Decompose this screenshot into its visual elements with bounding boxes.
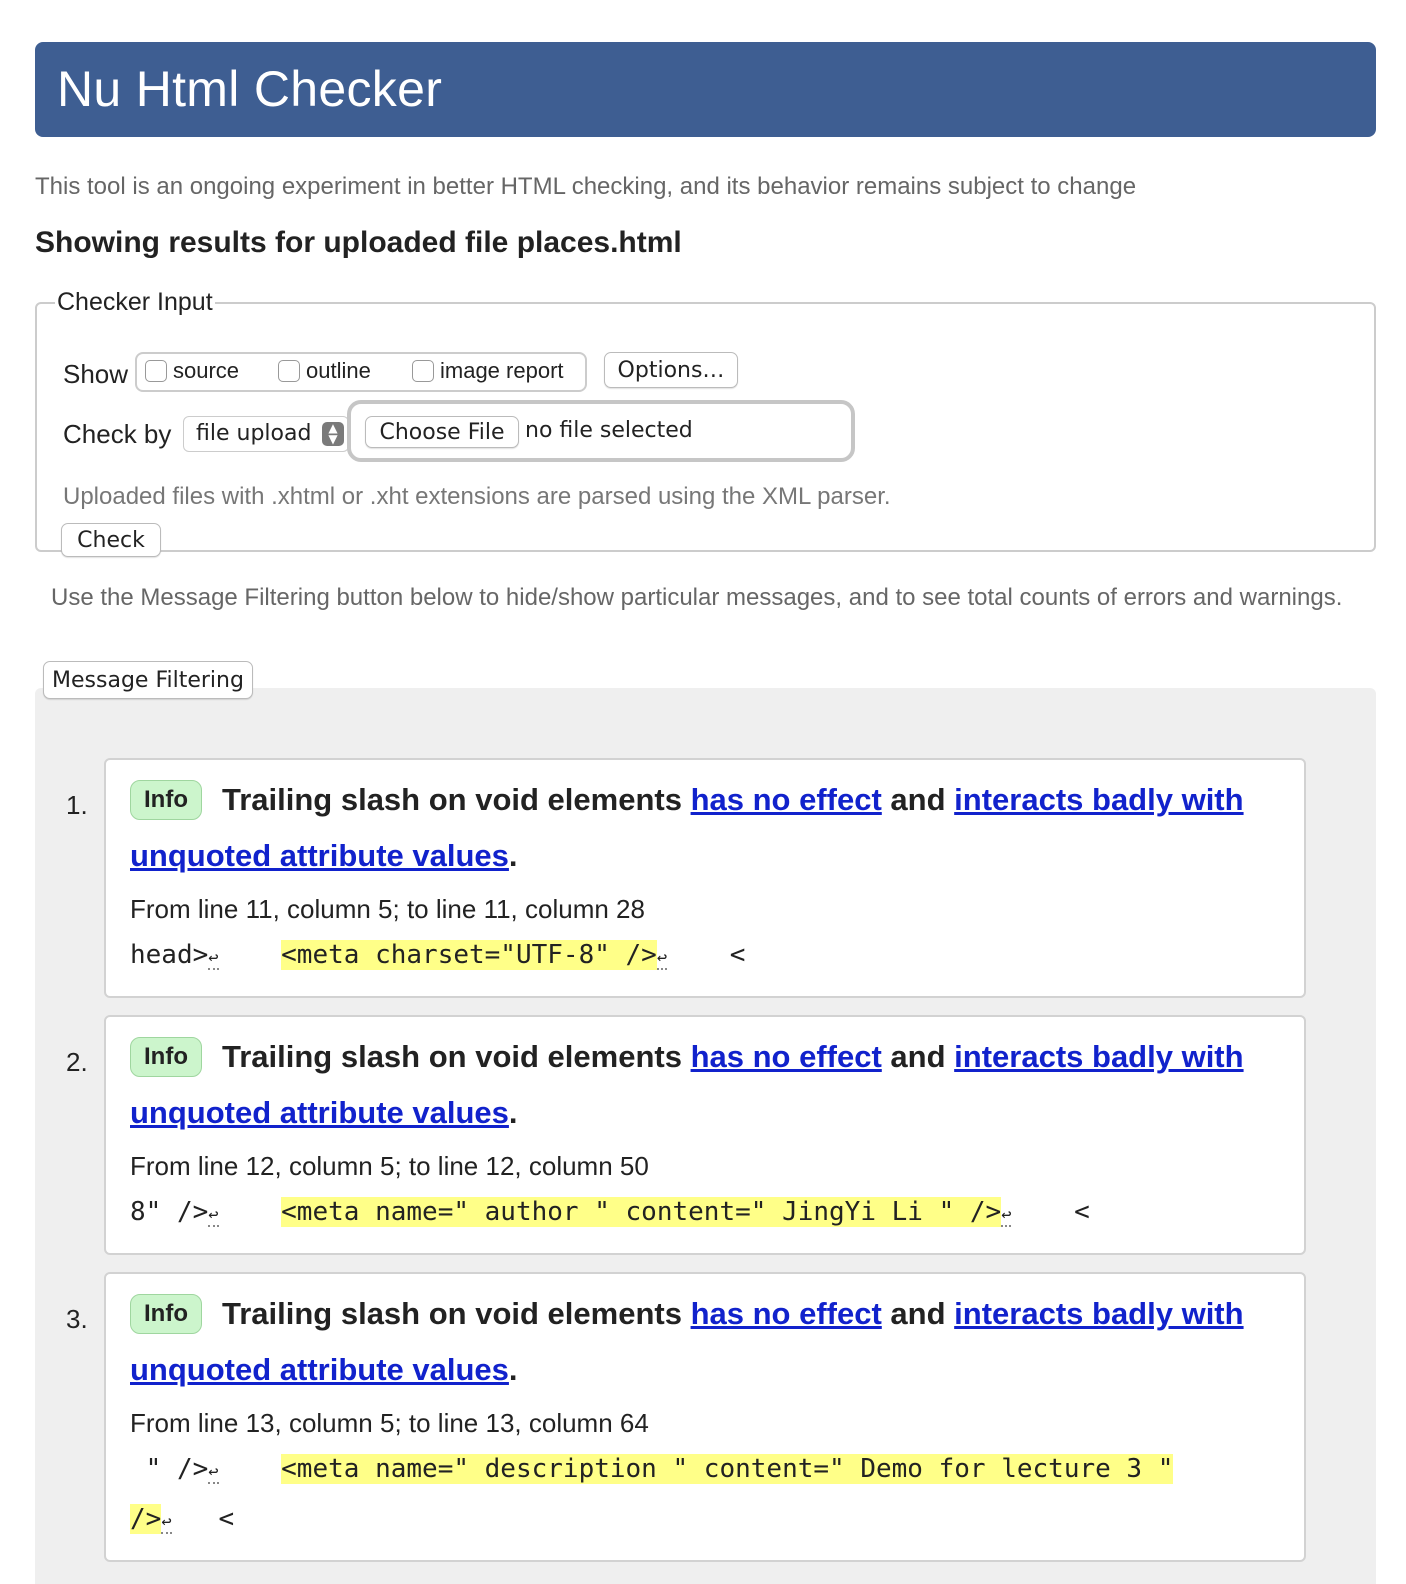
image-report-checkbox[interactable]	[412, 360, 434, 382]
extract-before: 8" />	[130, 1197, 209, 1227]
source-extract: 8" />↩ <meta name=" author " content=" J…	[130, 1197, 1090, 1227]
source-extract: " />↩ <meta name=" description " content…	[130, 1454, 1174, 1484]
extract-before: " />	[130, 1454, 209, 1484]
unquoted-attribute-values-link[interactable]: unquoted attribute values	[130, 1352, 509, 1387]
checker-input-form: Checker Input Show source outline image …	[35, 288, 1376, 557]
interacts-badly-link[interactable]: interacts badly with	[954, 782, 1243, 818]
unquoted-attribute-values-link[interactable]: unquoted attribute values	[130, 1095, 509, 1130]
outline-label: outline	[306, 358, 371, 383]
extract-after: <	[218, 1504, 235, 1534]
has-no-effect-link[interactable]: has no effect	[691, 1296, 882, 1332]
show-label: Show	[63, 359, 129, 389]
show-source-option[interactable]: source	[145, 358, 239, 384]
message-location: From line 11, column 5; to line 11, colu…	[130, 894, 645, 924]
experiment-notice: This tool is an ongoing experiment in be…	[35, 173, 1137, 200]
message-heading-cont: unquoted attribute values.	[130, 1095, 518, 1131]
check-button[interactable]: Check	[61, 523, 161, 557]
message-location: From line 13, column 5; to line 13, colu…	[130, 1408, 649, 1438]
show-options-group: source outline image report	[135, 352, 587, 392]
message-period: .	[508, 1095, 518, 1130]
results-heading: Showing results for uploaded file places…	[35, 226, 682, 259]
select-arrows-icon: ▲ ▼	[322, 422, 344, 446]
file-status: no file selected	[525, 418, 693, 443]
message-text: Trailing slash on void elements	[221, 1039, 682, 1074]
extract-after: <	[729, 940, 746, 970]
message-text: Trailing slash on void elements	[221, 1296, 682, 1331]
interacts-badly-link[interactable]: interacts badly with	[954, 1039, 1243, 1075]
message-period: .	[508, 838, 518, 873]
image-report-label: image report	[440, 358, 564, 383]
outline-checkbox[interactable]	[278, 360, 300, 382]
unquoted-attribute-values-link[interactable]: unquoted attribute values	[130, 838, 509, 873]
show-outline-option[interactable]: outline	[278, 358, 371, 384]
extract-after: <	[1074, 1197, 1090, 1227]
message-number: 3.	[66, 1304, 88, 1334]
message-heading-cont: unquoted attribute values.	[130, 838, 518, 874]
extract-highlight-cont: />	[130, 1504, 162, 1534]
message-number: 2.	[66, 1047, 88, 1077]
app-title: Nu Html Checker	[57, 61, 443, 117]
message-filtering-button[interactable]: Message Filtering	[43, 661, 253, 699]
return-icon: ↩	[208, 948, 219, 970]
message-text-and: and	[890, 782, 946, 817]
source-label: source	[173, 358, 240, 383]
message-text-and: and	[890, 1039, 946, 1074]
options-button[interactable]: Options…	[604, 352, 738, 388]
extract-before: head>	[130, 940, 209, 970]
message-number: 1.	[66, 790, 88, 820]
app-header: Nu Html Checker	[35, 42, 1376, 137]
extract-highlight: <meta name=" description " content=" Dem…	[281, 1454, 1174, 1484]
checker-input-legend: Checker Input	[57, 288, 213, 316]
show-image-report-option[interactable]: image report	[412, 358, 564, 384]
message-period: .	[508, 1352, 518, 1387]
source-extract-cont: />↩ <	[130, 1504, 234, 1534]
message-heading: Info Trailing slash on void elements has…	[130, 1294, 1244, 1334]
extract-highlight: <meta charset="UTF-8" />	[281, 940, 657, 970]
has-no-effect-link[interactable]: has no effect	[691, 1039, 882, 1075]
choose-file-button[interactable]: Choose File	[365, 416, 519, 448]
return-icon: ↩	[161, 1512, 172, 1534]
info-badge: Info	[130, 780, 202, 820]
info-badge: Info	[130, 1294, 202, 1334]
file-input[interactable]: Choose File no file selected	[347, 400, 855, 462]
return-icon: ↩	[1001, 1205, 1012, 1227]
message-heading: Info Trailing slash on void elements has…	[130, 1037, 1244, 1077]
message-text-and: and	[890, 1296, 946, 1331]
return-icon: ↩	[208, 1462, 219, 1484]
check-by-select[interactable]: file upload ▲ ▼	[183, 416, 349, 452]
has-no-effect-link[interactable]: has no effect	[691, 782, 882, 818]
message-heading: Info Trailing slash on void elements has…	[130, 780, 1244, 820]
interacts-badly-link[interactable]: interacts badly with	[954, 1296, 1243, 1332]
message-heading-cont: unquoted attribute values.	[130, 1352, 518, 1388]
message-item: 2. Info Trailing slash on void elements …	[66, 1015, 1306, 1255]
check-by-value: file upload	[196, 421, 312, 446]
extract-highlight: <meta name=" author " content=" JingYi L…	[281, 1197, 1002, 1227]
source-checkbox[interactable]	[145, 360, 167, 382]
source-extract: head>↩ <meta charset="UTF-8" />↩ <	[130, 940, 745, 970]
check-by-label: Check by	[63, 419, 172, 449]
message-text: Trailing slash on void elements	[221, 782, 682, 817]
message-item: 3. Info Trailing slash on void elements …	[66, 1272, 1306, 1562]
upload-note: Uploaded files with .xhtml or .xht exten…	[63, 483, 891, 510]
info-badge: Info	[130, 1037, 202, 1077]
message-location: From line 12, column 5; to line 12, colu…	[130, 1151, 649, 1181]
message-item: 1. Info Trailing slash on void elements …	[66, 758, 1306, 998]
return-icon: ↩	[208, 1205, 219, 1227]
filter-note: Use the Message Filtering button below t…	[51, 584, 1343, 611]
return-icon: ↩	[656, 948, 668, 970]
